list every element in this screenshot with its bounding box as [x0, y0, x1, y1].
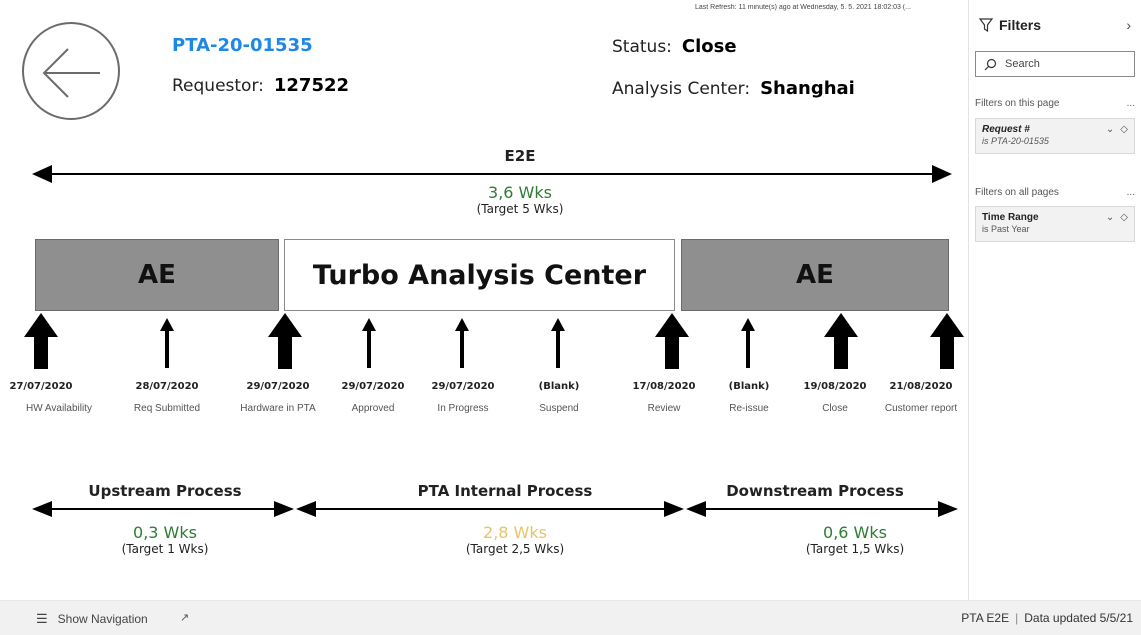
- back-arrow-icon: [42, 48, 100, 98]
- filter-icon: [979, 18, 993, 32]
- filter-card-actions: ⌄ ◇: [1106, 212, 1128, 223]
- upstream-target: (Target 1 Wks): [121, 542, 209, 556]
- milestone-date: (Blank): [538, 381, 580, 392]
- milestone-label: Req Submitted: [133, 403, 201, 414]
- milestone-label: HW Availability: [26, 403, 92, 414]
- status-label: Status:: [612, 37, 672, 57]
- e2e-target: (Target 5 Wks): [476, 202, 564, 216]
- eraser-icon[interactable]: ◇: [1120, 212, 1128, 223]
- milestone-arrow-small: [160, 318, 174, 368]
- status: Status: Close: [612, 36, 737, 57]
- search-placeholder: Search: [1005, 58, 1040, 70]
- phase-turbo-analysis-center: Turbo Analysis Center: [284, 239, 675, 311]
- upstream-value: 0,3 Wks: [133, 523, 197, 542]
- hamburger-icon: ☰: [36, 611, 48, 626]
- milestone-date: 29/07/2020: [341, 381, 405, 392]
- filter-card-actions: ⌄ ◇: [1106, 124, 1128, 135]
- process-span-arrows: [32, 501, 958, 517]
- milestone-date: 19/08/2020: [803, 381, 867, 392]
- phase-ae-start: AE: [35, 239, 279, 311]
- requestor: Requestor: 127522: [172, 75, 349, 96]
- milestone-label: Hardware in PTA: [240, 403, 316, 414]
- filters-pane: Filters › Search Filters on this page ..…: [968, 0, 1141, 600]
- e2e-metric: 3,6 Wks (Target 5 Wks): [420, 183, 620, 217]
- upstream-metric: 0,3 Wks (Target 1 Wks): [70, 523, 260, 557]
- filters-on-all-pages-label: Filters on all pages: [975, 187, 1059, 198]
- request-id: PTA-20-01535: [172, 35, 313, 56]
- expand-icon[interactable]: ↗: [180, 611, 189, 624]
- center-label: Analysis Center:: [612, 79, 751, 99]
- milestone-arrow-big: [655, 313, 689, 369]
- requestor-label: Requestor:: [172, 76, 264, 96]
- chevron-down-icon[interactable]: ⌄: [1106, 124, 1114, 135]
- milestone-date: 29/07/2020: [431, 381, 495, 392]
- milestone-date: 29/07/2020: [246, 381, 310, 392]
- status-value: Close: [681, 36, 737, 57]
- milestone-arrow-small: [362, 318, 376, 368]
- milestone-date: 17/08/2020: [632, 381, 696, 392]
- more-options-icon[interactable]: ...: [1127, 98, 1135, 109]
- milestone-date: 27/07/2020: [9, 381, 73, 392]
- separator: |: [1015, 611, 1019, 625]
- phase-ae-end: AE: [681, 239, 949, 311]
- data-updated: Data updated 5/5/21: [1024, 611, 1133, 625]
- report-canvas: Last Refresh: 11 minute(s) ago at Wednes…: [0, 0, 968, 600]
- milestone-arrow-big: [268, 313, 302, 369]
- milestone-date: (Blank): [728, 381, 770, 392]
- milestone-arrow-big: [930, 313, 964, 369]
- filter-card-request[interactable]: Request # is PTA-20-01535 ⌄ ◇: [975, 118, 1135, 154]
- last-refresh-text: Last Refresh: 11 minute(s) ago at Wednes…: [695, 4, 911, 11]
- milestone-label: Suspend: [539, 403, 579, 414]
- milestone-label: Close: [822, 403, 848, 414]
- milestone-date: 28/07/2020: [135, 381, 199, 392]
- milestone-arrow-small: [741, 318, 755, 368]
- milestone-label: Re-issue: [729, 403, 769, 414]
- bottom-bar: ☰ Show Navigation ↗ PTA E2E | Data updat…: [0, 600, 1141, 635]
- filters-header: Filters: [979, 17, 1041, 33]
- filters-title: Filters: [999, 17, 1042, 33]
- pta-internal-metric: 2,8 Wks (Target 2,5 Wks): [405, 523, 625, 557]
- milestone-date: 21/08/2020: [889, 381, 953, 392]
- milestone-label: Approved: [351, 403, 395, 414]
- filter-card-state: is Past Year: [982, 224, 1030, 234]
- filters-search-input[interactable]: Search: [975, 51, 1135, 77]
- downstream-value: 0,6 Wks: [823, 523, 887, 542]
- show-navigation-button[interactable]: ☰ Show Navigation: [36, 611, 148, 627]
- milestone-arrow-big: [24, 313, 58, 369]
- more-options-icon[interactable]: ...: [1127, 187, 1135, 198]
- center-value: Shanghai: [760, 78, 855, 99]
- milestone-arrow-small: [455, 318, 469, 368]
- filter-card-time-range[interactable]: Time Range is Past Year ⌄ ◇: [975, 206, 1135, 242]
- search-icon: [984, 58, 997, 70]
- analysis-center: Analysis Center: Shanghai: [612, 78, 855, 99]
- pta-internal-value: 2,8 Wks: [483, 523, 547, 542]
- filter-card-state: is PTA-20-01535: [982, 136, 1049, 146]
- show-navigation-label: Show Navigation: [57, 612, 148, 626]
- downstream-metric: 0,6 Wks (Target 1,5 Wks): [760, 523, 950, 557]
- milestone-label: In Progress: [437, 403, 489, 414]
- filters-on-page-label: Filters on this page: [975, 98, 1060, 109]
- eraser-icon[interactable]: ◇: [1120, 124, 1128, 135]
- collapse-filters-button[interactable]: ›: [1126, 17, 1131, 33]
- chevron-down-icon[interactable]: ⌄: [1106, 212, 1114, 223]
- milestone-arrow-big: [824, 313, 858, 369]
- requestor-value: 127522: [273, 75, 350, 96]
- downstream-target: (Target 1,5 Wks): [805, 542, 905, 556]
- back-button[interactable]: [22, 22, 120, 120]
- pta-internal-target: (Target 2,5 Wks): [465, 542, 565, 556]
- filters-on-all-pages-section: Filters on all pages ...: [975, 187, 1135, 198]
- milestone-label: Customer report: [884, 403, 958, 414]
- report-status: PTA E2E | Data updated 5/5/21: [961, 611, 1133, 625]
- e2e-value: 3,6 Wks: [488, 183, 552, 202]
- page-name: PTA E2E: [961, 611, 1010, 625]
- milestone-arrow-small: [551, 318, 565, 368]
- filters-on-page-section: Filters on this page ...: [975, 98, 1135, 109]
